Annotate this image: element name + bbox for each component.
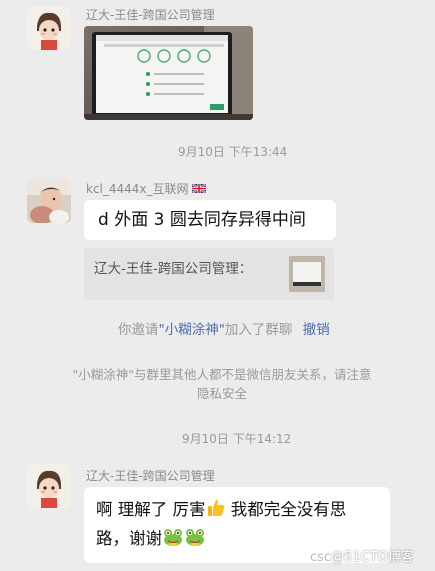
invite-notice: 你邀请"小糊涂神"加入了群聊 撤销	[118, 322, 330, 338]
privacy-notice: "小糊涂神"与群里其他人都不是微信朋友关系，请注意 隐私安全	[72, 367, 372, 401]
avatar-cartoon-icon	[27, 6, 71, 50]
sender-name: 辽大-王佳-跨国公司管理	[86, 8, 215, 22]
quoted-message[interactable]: 辽大-王佳-跨国公司管理：	[84, 248, 334, 300]
sender-avatar[interactable]	[27, 6, 71, 50]
quote-sender: 辽大-王佳-跨国公司管理：	[94, 261, 253, 277]
uk-flag-icon	[191, 183, 207, 194]
avatar-cartoon-icon	[27, 464, 71, 508]
sender-name: 辽大-王佳-跨国公司管理	[86, 469, 215, 483]
message-text: d 外面 3 圆去同存异得中间	[98, 210, 306, 230]
sender-avatar[interactable]	[27, 179, 71, 223]
invitee-link[interactable]: "小糊涂神"	[159, 322, 225, 338]
timestamp: 9月10日 下午13:44	[178, 145, 288, 159]
message-line-1: 啊 理解了 厉害 我都完全没有思	[96, 499, 347, 519]
sender-name: kcl_4444x_互联网	[86, 182, 189, 196]
laptop-photo-image	[84, 26, 253, 120]
text-message-bubble[interactable]: d 外面 3 圆去同存异得中间	[84, 200, 336, 240]
sender-name-row: kcl_4444x_互联网	[86, 180, 207, 197]
frog-emoji	[186, 529, 204, 546]
thumbs-up-emoji	[207, 499, 224, 516]
message-line-2: 路，谢谢	[96, 527, 206, 551]
frog-emoji	[164, 529, 182, 546]
avatar-photo-icon	[27, 179, 71, 223]
quote-thumbnail[interactable]	[289, 256, 325, 292]
revoke-link[interactable]: 撤销	[303, 322, 330, 338]
watermark: csc@51CTO博客	[310, 550, 414, 565]
image-message[interactable]	[84, 26, 253, 120]
timestamp: 9月10日 下午14:12	[182, 432, 292, 446]
sender-avatar[interactable]	[27, 464, 71, 508]
laptop-thumbnail-image	[289, 256, 325, 292]
